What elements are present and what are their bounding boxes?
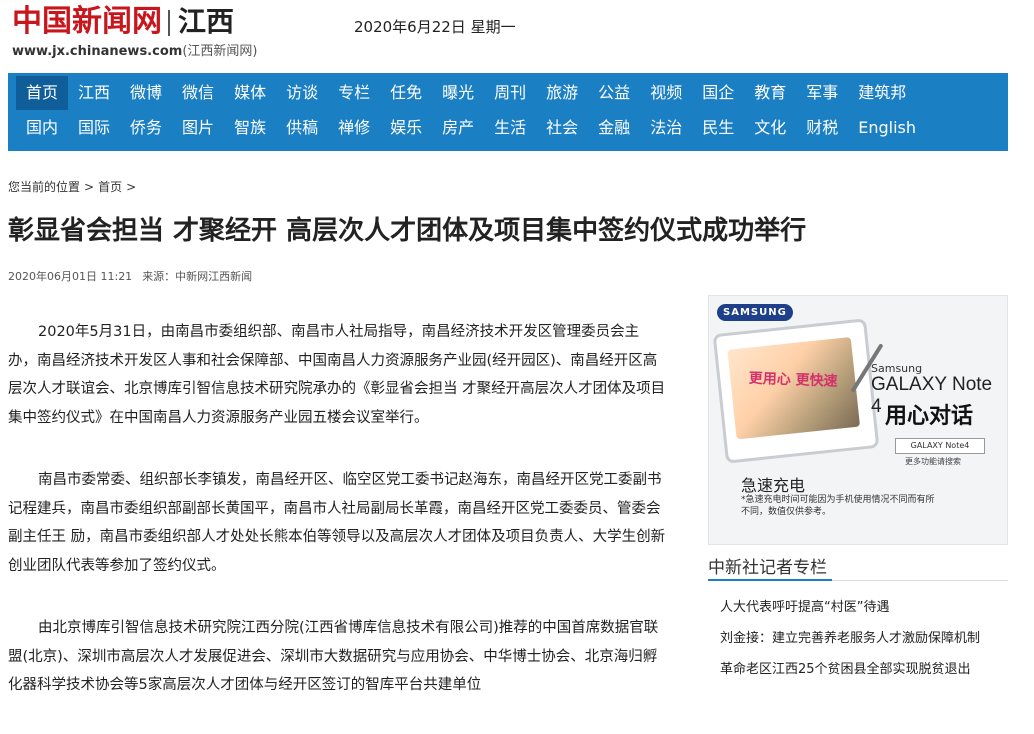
breadcrumb-prefix: 您当前的位置 bbox=[8, 180, 81, 194]
nav-item[interactable]: 视频 bbox=[640, 76, 692, 110]
nav-item[interactable]: 财税 bbox=[796, 111, 848, 145]
nav-item[interactable]: 娱乐 bbox=[380, 111, 432, 145]
nav-item[interactable]: 侨务 bbox=[120, 111, 172, 145]
ad-headline: 急速充电 bbox=[741, 476, 806, 495]
site-url-domain: www.jx.chinanews.com bbox=[12, 44, 183, 59]
site-url: www.jx.chinanews.com(江西新闻网) bbox=[12, 40, 257, 59]
nav-item[interactable]: 禅修 bbox=[328, 111, 380, 145]
ad-footnote: *急速充电时间可能因为手机使用情况不同而有所不同，数值仅供参考。 bbox=[741, 495, 935, 517]
nav-item[interactable]: 国际 bbox=[68, 111, 120, 145]
main-nav: 首页 江西 微博 微信 媒体 访谈 专栏 任免 曝光 周刊 旅游 公益 视频 国企 教育 军事 建筑邦 国内 国际… bbox=[8, 73, 1008, 151]
nav-item[interactable]: 生活 bbox=[484, 111, 536, 145]
site-logo[interactable]: 中国新闻网 bbox=[12, 4, 162, 40]
ad-search-hint: 更多功能请搜索 bbox=[905, 457, 961, 466]
breadcrumb: 您当前的位置 > 首页 > bbox=[8, 178, 140, 195]
nav-item[interactable]: 国内 bbox=[16, 111, 68, 145]
nav-item[interactable]: 金融 bbox=[588, 111, 640, 145]
nav-item[interactable]: 军事 bbox=[796, 76, 848, 110]
nav-item[interactable]: 法治 bbox=[640, 111, 692, 145]
nav-item[interactable]: 旅游 bbox=[536, 76, 588, 110]
nav-row-2: 国内 国际 侨务 图片 智族 供稿 禅修 娱乐 房产 生活 社会 金融 法治 民生 文化 财税 English bbox=[16, 111, 926, 145]
region-label[interactable]: 江西 bbox=[178, 4, 234, 40]
nav-item[interactable]: 江西 bbox=[68, 76, 120, 110]
ad-slogan: 用心对话 bbox=[885, 404, 974, 429]
nav-item[interactable]: 微信 bbox=[172, 76, 224, 110]
nav-item[interactable]: 图片 bbox=[172, 111, 224, 145]
nav-item[interactable]: 供稿 bbox=[276, 111, 328, 145]
breadcrumb-home-link[interactable]: 首页 bbox=[98, 180, 122, 194]
phone-screen-text: 更用心 更快速 bbox=[748, 370, 838, 390]
article-datetime: 2020年06月01日 11:21 bbox=[8, 270, 133, 283]
nav-item[interactable]: 访谈 bbox=[276, 76, 328, 110]
nav-item[interactable]: 智族 bbox=[224, 111, 276, 145]
nav-item[interactable]: 曝光 bbox=[432, 76, 484, 110]
list-item[interactable]: 革命老区江西25个贫困县全部实现脱贫退出 bbox=[720, 659, 1010, 690]
breadcrumb-separator: > bbox=[126, 180, 137, 194]
nav-item[interactable]: 教育 bbox=[744, 76, 796, 110]
article-meta: 2020年06月01日 11:21 来源：中新网江西新闻 bbox=[8, 268, 262, 284]
nav-item[interactable]: 首页 bbox=[16, 76, 69, 110]
nav-item[interactable]: 社会 bbox=[536, 111, 588, 145]
logo-divider bbox=[168, 10, 170, 36]
nav-item[interactable]: 媒体 bbox=[224, 76, 276, 110]
date-text: 2020年6月22日 bbox=[354, 18, 466, 36]
nav-item[interactable]: 公益 bbox=[588, 76, 640, 110]
columnist-list: 人大代表呼吁提高“村医”待遇 刘金接：建立完善养老服务人才激励保障机制 革命老区… bbox=[720, 597, 1010, 690]
article-paragraph: 由北京博库引智信息技术研究院江西分院(江西省博库信息技术有限公司)推荐的中国首席… bbox=[8, 620, 659, 693]
header-date: 2020年6月22日 星期一 bbox=[354, 16, 516, 37]
article-source: 来源：中新网江西新闻 bbox=[142, 270, 253, 283]
section-divider-accent bbox=[708, 579, 832, 581]
list-item[interactable]: 人大代表呼吁提高“村医”待遇 bbox=[720, 597, 1010, 628]
site-url-suffix: (江西新闻网) bbox=[182, 44, 258, 59]
site-header: 中国新闻网 江西 www.jx.chinanews.com(江西新闻网) 202… bbox=[0, 0, 1034, 70]
nav-item[interactable]: 建筑邦 bbox=[848, 76, 916, 110]
columnist-section-title[interactable]: 中新社记者专栏 bbox=[708, 553, 827, 578]
nav-item[interactable]: 专栏 bbox=[328, 76, 380, 110]
nav-item[interactable]: 文化 bbox=[744, 111, 796, 145]
list-item[interactable]: 刘金接：建立完善养老服务人才激励保障机制 bbox=[720, 628, 1010, 659]
article-title: 彰显省会担当 才聚经开 高层次人才团体及项目集中签约仪式成功举行 bbox=[8, 216, 807, 246]
ad-search-box: GALAXY Note4 bbox=[895, 438, 985, 454]
article-paragraph: 南昌市委常委、组织部长李镇发，南昌经开区、临空区党工委书记赵海东，南昌经开区党工… bbox=[8, 472, 666, 574]
article-paragraph: 2020年5月31日，由南昌市委组织部、南昌市人社局指导，南昌经济技术开发区管理… bbox=[8, 324, 666, 426]
nav-item[interactable]: 周刊 bbox=[484, 76, 536, 110]
nav-item[interactable]: 任免 bbox=[380, 76, 432, 110]
ad-brand-logo: SAMSUNG bbox=[717, 304, 793, 321]
nav-item[interactable]: 微博 bbox=[120, 76, 172, 110]
nav-item[interactable]: English bbox=[848, 111, 926, 145]
nav-item[interactable]: 房产 bbox=[432, 111, 484, 145]
phone-screen: 更用心 更快速 bbox=[727, 336, 861, 440]
nav-item[interactable]: 国企 bbox=[692, 76, 744, 110]
nav-item[interactable]: 民生 bbox=[692, 111, 744, 145]
weekday-text: 星期一 bbox=[470, 18, 516, 36]
nav-row-1: 首页 江西 微博 微信 媒体 访谈 专栏 任免 曝光 周刊 旅游 公益 视频 国企 教育 军事 建筑邦 bbox=[16, 76, 916, 110]
breadcrumb-separator: > bbox=[84, 180, 95, 194]
samsung-ad-banner[interactable]: SAMSUNG 更用心 更快速 Samsung GALAXY Note 4 用心… bbox=[708, 295, 1008, 545]
article-body: 2020年5月31日，由南昌市委组织部、南昌市人社局指导，南昌经济技术开发区管理… bbox=[8, 318, 668, 734]
